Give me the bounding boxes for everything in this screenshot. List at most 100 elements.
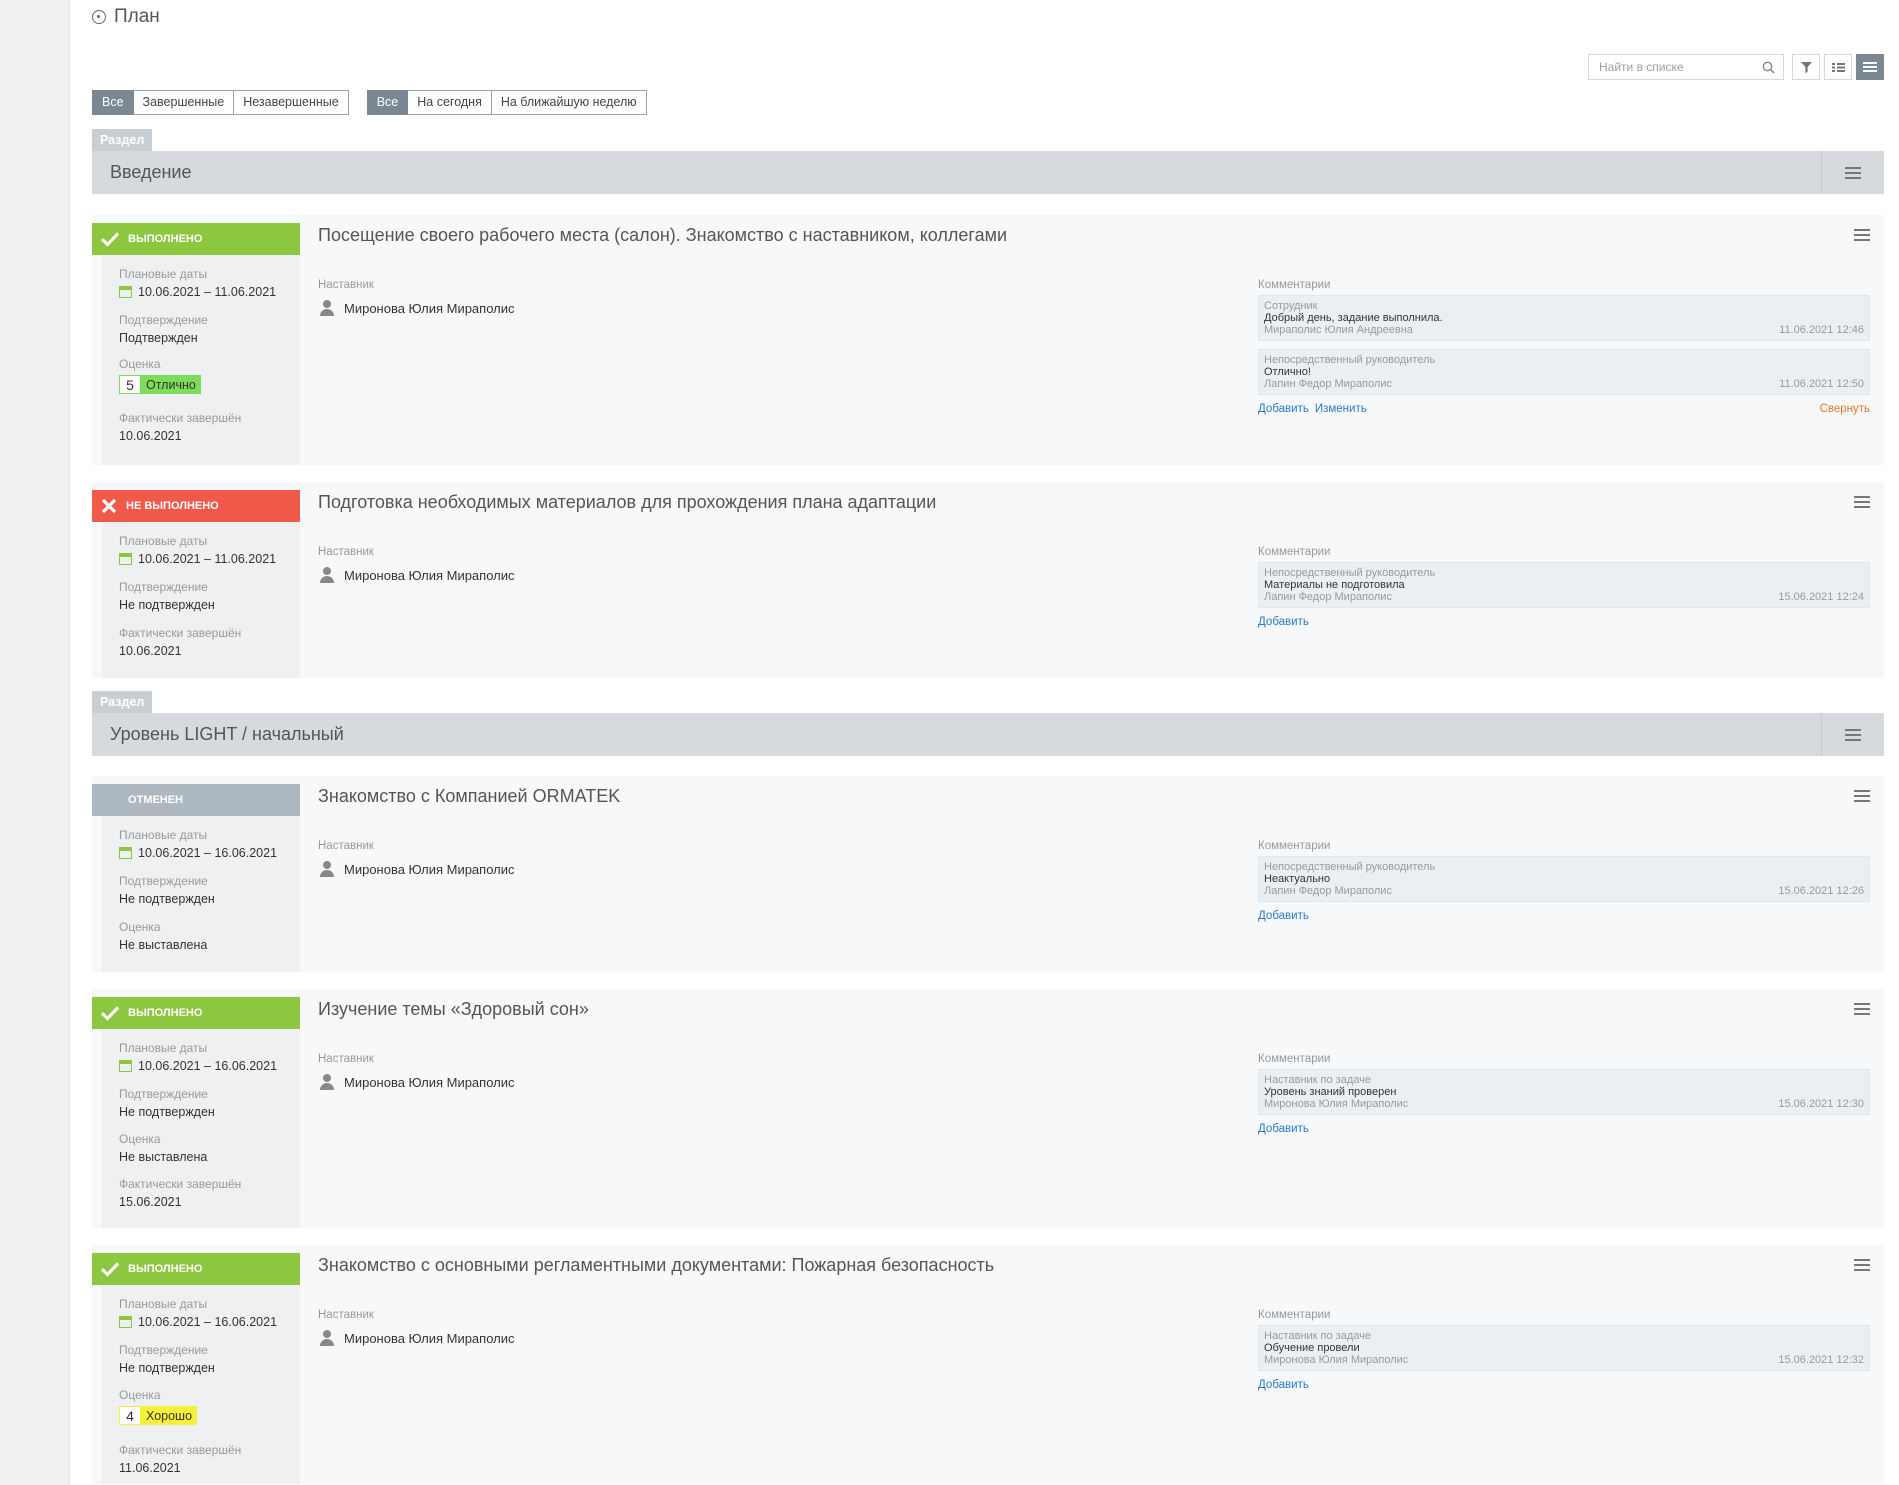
section-menu-button[interactable]: [1821, 151, 1884, 194]
collapse-circle-icon[interactable]: [92, 10, 106, 24]
task-title[interactable]: Знакомство с основными регламентными док…: [318, 1255, 994, 1276]
collapse-link[interactable]: Свернуть: [1820, 403, 1870, 415]
calendar-icon: [119, 1060, 132, 1072]
plan-page: План Все Завершенные Незавершенные Все Н…: [92, 0, 1884, 1485]
list-view-icon: [1863, 62, 1877, 72]
add-comment-link[interactable]: Добавить: [1258, 1379, 1309, 1391]
search-input[interactable]: [1597, 59, 1762, 75]
plan-header[interactable]: План: [92, 4, 160, 30]
comment: Непосредственный руководитель Отлично! Л…: [1258, 349, 1870, 395]
confirmation: Подтверждение Не подтвержден: [119, 1087, 215, 1119]
left-rail: [0, 0, 70, 1485]
grade-badge: 5 Отлично: [119, 375, 201, 394]
comment: Непосредственный руководитель Материалы …: [1258, 562, 1870, 608]
calendar-icon: [119, 553, 132, 565]
section-title: Уровень LIGHT / начальный: [110, 724, 344, 744]
task-title[interactable]: Знакомство с Компанией ORMATEK: [318, 786, 620, 807]
section-tag: Раздел: [92, 129, 153, 151]
section-light: Раздел Уровень LIGHT / начальный: [92, 691, 1884, 756]
mentor-label: Наставник: [318, 1309, 374, 1321]
list-view-button[interactable]: [1856, 54, 1884, 80]
mentor-label: Наставник: [318, 840, 374, 852]
cross-icon: [101, 498, 117, 514]
add-comment-link[interactable]: Добавить: [1258, 616, 1309, 628]
planned-dates: Плановые даты 10.06.2021 – 11.06.2021: [119, 534, 277, 566]
comment: Непосредственный руководитель Неактуальн…: [1258, 856, 1870, 902]
calendar-icon: [119, 286, 132, 298]
task-meta: не выполнено Плановые даты 10.06.2021 – …: [92, 482, 300, 678]
task-menu-button[interactable]: [1854, 1003, 1870, 1015]
comment-actions: Добавить: [1258, 1123, 1870, 1135]
completion-filter: Все Завершенные Незавершенные: [92, 90, 349, 115]
menu-icon: [1854, 790, 1870, 802]
menu-icon: [1854, 229, 1870, 241]
task-menu-button[interactable]: [1854, 496, 1870, 508]
planned-dates: Плановые даты 10.06.2021 – 16.06.2021: [119, 828, 278, 860]
search-icon[interactable]: [1762, 61, 1775, 74]
comments-block: Комментарии Сотрудник Добрый день, задан…: [1258, 279, 1870, 415]
mentor: Миронова Юлия Мираполис: [320, 1074, 515, 1090]
status-badge: отменен: [92, 784, 300, 816]
grid-view-icon: [1831, 62, 1845, 72]
comment: Сотрудник Добрый день, задание выполнила…: [1258, 295, 1870, 341]
task-card: выполнено Плановые даты 10.06.2021 – 16.…: [92, 989, 1884, 1228]
mentor-label: Наставник: [318, 546, 374, 558]
mentor-label: Наставник: [318, 279, 374, 291]
comments-block: Комментарии Наставник по задаче Уровень …: [1258, 1053, 1870, 1135]
task-menu-button[interactable]: [1854, 1259, 1870, 1271]
section-tag: Раздел: [92, 691, 153, 713]
section-menu-button[interactable]: [1821, 713, 1884, 756]
filter-all-completion[interactable]: Все: [92, 90, 134, 115]
calendar-icon: [119, 847, 132, 859]
mentor: Миронова Юлия Мираполис: [320, 861, 515, 877]
person-icon: [320, 1074, 334, 1090]
section-intro: Раздел Введение: [92, 129, 1884, 194]
period-filter: Все На сегодня На ближайшую неделю: [366, 90, 647, 115]
section-header[interactable]: Уровень LIGHT / начальный: [92, 713, 1884, 756]
comment-actions: Добавить: [1258, 616, 1870, 628]
filter-completed[interactable]: Завершенные: [133, 90, 235, 115]
task-title[interactable]: Подготовка необходимых материалов для пр…: [318, 492, 936, 513]
menu-icon: [1845, 728, 1861, 741]
grid-view-button[interactable]: [1824, 54, 1852, 80]
grade: Оценка Не выставлена: [119, 920, 208, 952]
filter-today[interactable]: На сегодня: [408, 90, 492, 115]
confirmation: Подтверждение Не подтвержден: [119, 1343, 215, 1375]
add-comment-link[interactable]: Добавить: [1258, 910, 1309, 922]
section-title: Введение: [110, 162, 192, 182]
section-header[interactable]: Введение: [92, 151, 1884, 194]
actual-completion: Фактически завершён 15.06.2021: [119, 1177, 242, 1209]
status-badge: выполнено: [92, 223, 300, 255]
task-meta: выполнено Плановые даты 10.06.2021 – 11.…: [92, 215, 300, 465]
task-title[interactable]: Изучение темы «Здоровый сон»: [318, 999, 589, 1020]
filter-button[interactable]: [1792, 54, 1820, 80]
menu-icon: [1854, 496, 1870, 508]
task-card: выполнено Плановые даты 10.06.2021 – 11.…: [92, 215, 1884, 465]
search-box[interactable]: [1588, 54, 1784, 80]
status-badge: выполнено: [92, 1253, 300, 1285]
task-menu-button[interactable]: [1854, 790, 1870, 802]
comment-actions: Добавить: [1258, 910, 1870, 922]
planned-dates: Плановые даты 10.06.2021 – 11.06.2021: [119, 267, 277, 299]
calendar-icon: [119, 1316, 132, 1328]
comments-block: Комментарии Наставник по задаче Обучение…: [1258, 1309, 1870, 1391]
actual-completion: Фактически завершён 10.06.2021: [119, 411, 242, 443]
task-card: выполнено Плановые даты 10.06.2021 – 16.…: [92, 1245, 1884, 1484]
planned-dates: Плановые даты 10.06.2021 – 16.06.2021: [119, 1041, 278, 1073]
person-icon: [320, 567, 334, 583]
filter-next-week[interactable]: На ближайшую неделю: [491, 90, 647, 115]
comment-actions: Добавить Изменить Свернуть: [1258, 403, 1870, 415]
edit-comment-link[interactable]: Изменить: [1315, 403, 1367, 415]
filter-all-period[interactable]: Все: [366, 90, 409, 115]
confirmation: Подтверждение Подтвержден: [119, 313, 208, 345]
status-badge: выполнено: [92, 997, 300, 1029]
filter-incomplete[interactable]: Незавершенные: [234, 90, 349, 115]
add-comment-link[interactable]: Добавить: [1258, 403, 1309, 415]
status-badge: не выполнено: [92, 490, 300, 522]
check-icon: [100, 1006, 120, 1021]
grade: Оценка Не выставлена: [119, 1132, 208, 1164]
task-title[interactable]: Посещение своего рабочего места (салон).…: [318, 225, 1007, 246]
add-comment-link[interactable]: Добавить: [1258, 1123, 1309, 1135]
check-icon: [100, 232, 120, 247]
task-menu-button[interactable]: [1854, 229, 1870, 241]
